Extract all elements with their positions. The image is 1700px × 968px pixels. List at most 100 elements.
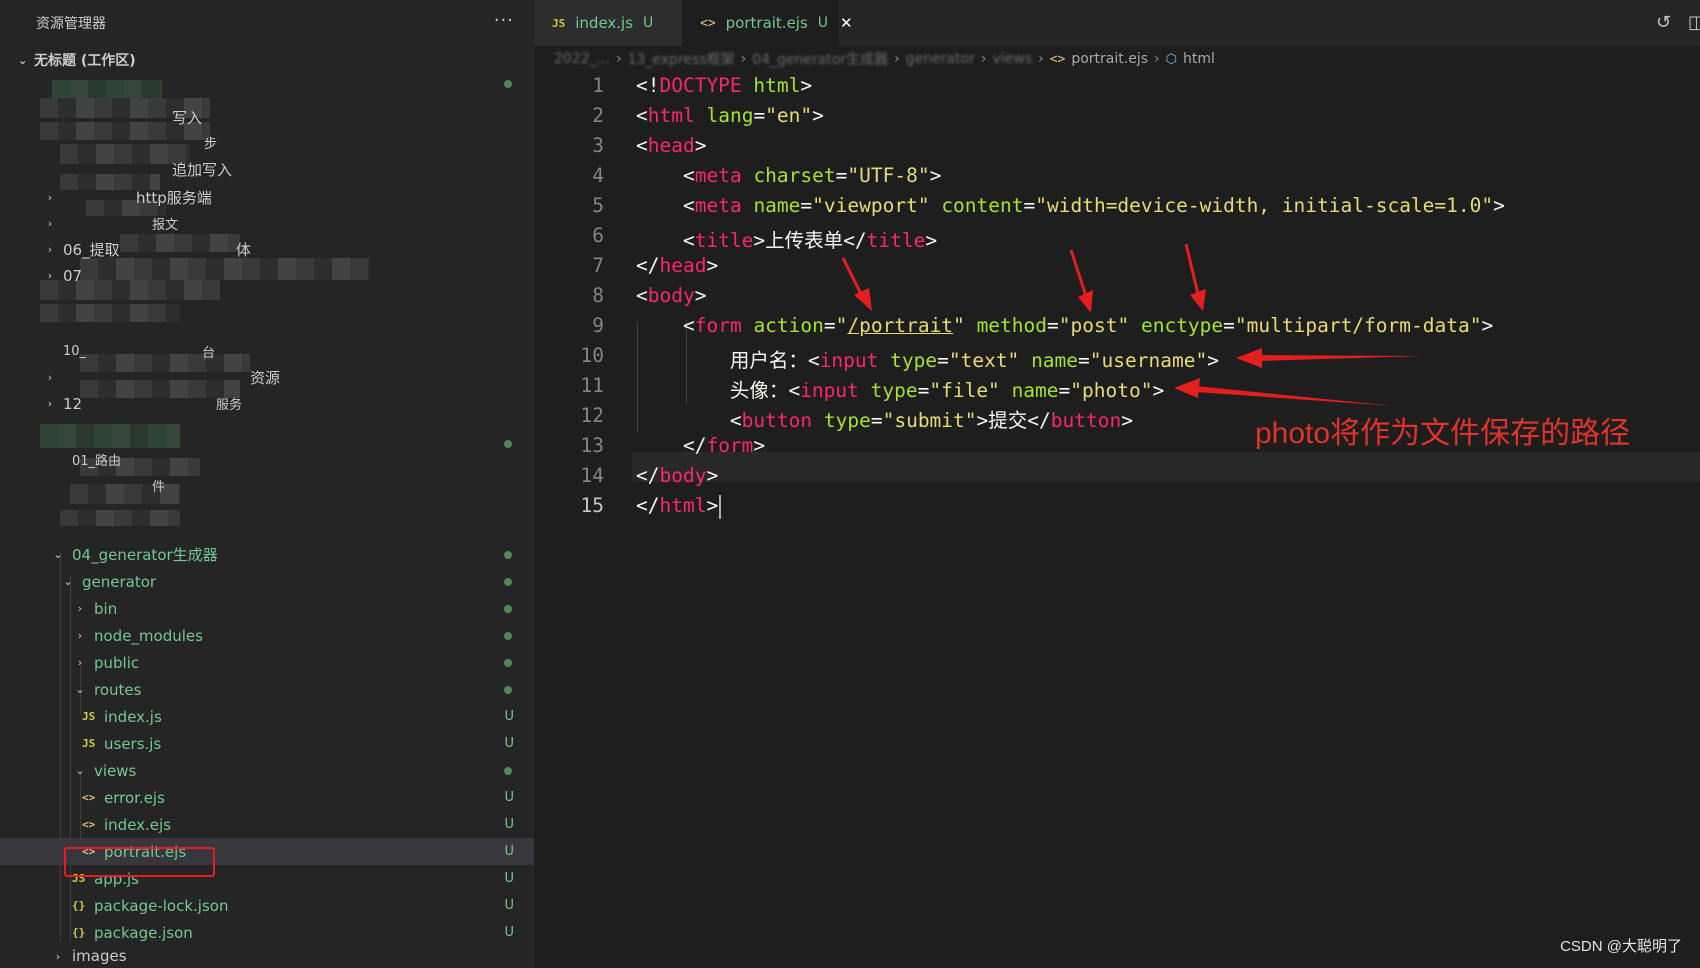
js-file-icon: JS bbox=[552, 16, 566, 30]
tab-portrait-ejs[interactable]: <> portrait.ejs U ✕ bbox=[682, 0, 853, 46]
line-number: 11 bbox=[580, 374, 604, 397]
tree-row-redacted[interactable]: 01_路由 bbox=[0, 446, 534, 473]
tab-index-js[interactable]: JS index.js U bbox=[534, 0, 682, 46]
row-fragment: 报文 bbox=[152, 218, 179, 233]
tree-file-package-lock-json[interactable]: {} package-lock.json U bbox=[0, 892, 534, 919]
redacted-block bbox=[52, 80, 162, 98]
git-status-dot bbox=[504, 658, 512, 667]
line-number: 2 bbox=[592, 104, 604, 127]
breadcrumb-item[interactable]: 13_express框架 bbox=[628, 49, 735, 69]
html-element-icon: ⬡ bbox=[1165, 51, 1177, 67]
split-editor-icon[interactable]: ◫ bbox=[1688, 12, 1700, 33]
git-status-dot bbox=[504, 577, 512, 586]
redacted-block bbox=[40, 304, 180, 322]
breadcrumb-file[interactable]: portrait.ejs bbox=[1071, 51, 1148, 67]
explorer-sidebar: 资源管理器 ··· ⌄ 无标题 (工作区) 写入 步 追加写入 › http服务… bbox=[0, 0, 534, 968]
chevron-right-icon: › bbox=[47, 269, 53, 282]
breadcrumb-item[interactable]: 2022_... bbox=[554, 51, 610, 67]
line-number: 10 bbox=[580, 344, 604, 367]
workspace-header[interactable]: ⌄ 无标题 (工作区) bbox=[0, 46, 534, 74]
code-editor[interactable]: 1 2 3 4 5 6 7 8 9 10 11 12 13 14 15 <!DO… bbox=[534, 72, 1700, 968]
tree-file-routes-index-js[interactable]: JS index.js U bbox=[0, 703, 534, 730]
tree-row-redacted[interactable]: 件 bbox=[0, 472, 534, 499]
git-status-dot bbox=[504, 604, 512, 613]
tree-row-redacted[interactable]: › 07 bbox=[0, 262, 534, 289]
editor-tabs: JS index.js U <> portrait.ejs U ✕ ↺ ◫ bbox=[534, 0, 1700, 46]
git-status-badge: U bbox=[817, 15, 829, 31]
tree-row-redacted[interactable]: › http服务端 bbox=[0, 184, 534, 211]
tab-label: portrait.ejs bbox=[725, 14, 808, 32]
tree-folder-generator[interactable]: ⌄ generator bbox=[0, 568, 534, 595]
code-line: <head> bbox=[636, 134, 707, 157]
tree-item-label: node_modules bbox=[94, 626, 203, 645]
tree-row-redacted[interactable]: › 12 服务 bbox=[0, 390, 534, 417]
git-status-badge: U bbox=[504, 898, 514, 913]
chevron-right-icon: › bbox=[77, 602, 83, 615]
chevron-right-icon: › bbox=[47, 217, 53, 230]
json-file-icon: {} bbox=[72, 926, 86, 939]
tree-folder-images[interactable]: › images bbox=[0, 946, 534, 966]
tree-item-label: routes bbox=[94, 680, 142, 699]
tree-folder-04-generator[interactable]: ⌄ 04_generator生成器 bbox=[0, 541, 534, 568]
tree-item-label: 04_generator生成器 bbox=[72, 546, 218, 564]
row-fragment: 写入 bbox=[172, 109, 203, 127]
tree-file-index-ejs[interactable]: <> index.ejs U bbox=[0, 811, 534, 838]
row-fragment: 服务 bbox=[216, 398, 243, 413]
code-line-current: </html> bbox=[636, 494, 722, 519]
js-file-icon: JS bbox=[82, 710, 96, 723]
tree-item-label: public bbox=[94, 653, 140, 672]
tree-folder-routes[interactable]: ⌄ routes bbox=[0, 676, 534, 703]
code-line: </head> bbox=[636, 254, 719, 277]
breadcrumb-item[interactable]: 04_generator生成器 bbox=[752, 49, 888, 69]
tree-row-redacted[interactable]: 追加写入 bbox=[0, 156, 534, 183]
row-fragment: 10_ bbox=[63, 344, 87, 359]
chevron-right-icon: › bbox=[77, 629, 83, 642]
row-fragment: 件 bbox=[152, 480, 166, 495]
tree-item-label: images bbox=[72, 947, 127, 965]
tree-row-redacted[interactable]: 写入 bbox=[0, 104, 534, 131]
tree-folder-node-modules[interactable]: › node_modules bbox=[0, 622, 534, 649]
tree-row-redacted[interactable]: 步 bbox=[0, 129, 534, 156]
tree-file-package-json[interactable]: {} package.json U bbox=[0, 919, 534, 946]
row-fragment: 体 bbox=[236, 241, 252, 259]
row-fragment: 台 bbox=[202, 346, 216, 361]
chevron-down-icon: ⌄ bbox=[75, 764, 85, 777]
tree-folder-bin[interactable]: › bin bbox=[0, 595, 534, 622]
chevron-right-icon: › bbox=[894, 51, 900, 67]
git-status-badge: U bbox=[504, 925, 514, 940]
line-number: 5 bbox=[592, 194, 604, 217]
chevron-down-icon: ⌄ bbox=[75, 683, 85, 696]
row-fragment: 追加写入 bbox=[172, 161, 233, 179]
line-number: 1 bbox=[592, 74, 604, 97]
breadcrumb-item[interactable]: generator bbox=[906, 51, 975, 67]
tree-row-redacted[interactable]: 10_ 台 bbox=[0, 338, 534, 365]
tree-file-users-js[interactable]: JS users.js U bbox=[0, 730, 534, 757]
line-number: 13 bbox=[580, 434, 604, 457]
tree-folder-public[interactable]: › public bbox=[0, 649, 534, 676]
line-number: 14 bbox=[580, 464, 604, 487]
more-actions-icon[interactable]: ··· bbox=[494, 10, 514, 31]
ejs-file-icon: <> bbox=[82, 791, 96, 804]
highlight-box bbox=[64, 847, 215, 877]
chevron-right-icon: › bbox=[1154, 51, 1160, 67]
tree-row-redacted[interactable]: › 资源 bbox=[0, 364, 534, 391]
line-number: 8 bbox=[592, 284, 604, 307]
code-line: 用户名：<input type="text" name="username"> bbox=[729, 349, 1219, 372]
tree-row-redacted[interactable]: › 报文 bbox=[0, 210, 534, 237]
code-line: <meta name="viewport" content="width=dev… bbox=[682, 194, 1505, 217]
row-fragment: 07 bbox=[63, 266, 83, 285]
tree-item-label: package-lock.json bbox=[94, 896, 229, 915]
history-icon[interactable]: ↺ bbox=[1656, 12, 1671, 33]
tree-item-label: bin bbox=[94, 599, 118, 618]
breadcrumb-symbol[interactable]: html bbox=[1183, 51, 1215, 67]
breadcrumb-item[interactable]: views bbox=[993, 51, 1033, 67]
close-icon[interactable]: ✕ bbox=[840, 14, 853, 32]
tree-item-label: index.ejs bbox=[104, 815, 172, 834]
git-status-dot bbox=[504, 440, 512, 448]
code-line: <meta charset="UTF-8"> bbox=[682, 164, 942, 187]
tree-item-label: users.js bbox=[104, 734, 162, 753]
tree-file-error-ejs[interactable]: <> error.ejs U bbox=[0, 784, 534, 811]
tree-folder-views[interactable]: ⌄ views bbox=[0, 757, 534, 784]
text-cursor bbox=[719, 494, 722, 519]
tree-row-redacted[interactable]: › 06_提取 体 bbox=[0, 236, 534, 263]
